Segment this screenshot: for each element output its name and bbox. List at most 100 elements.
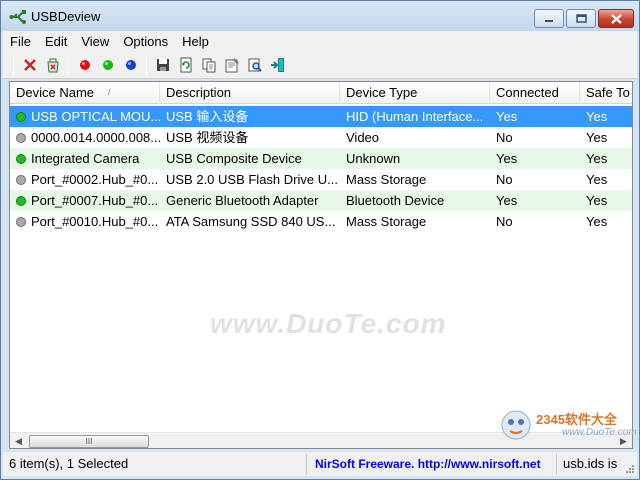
green-dot-icon xyxy=(102,59,113,70)
properties-icon xyxy=(225,57,239,72)
maximize-icon xyxy=(575,14,587,23)
column-header-label: Connected xyxy=(496,85,559,100)
connected-cell: Yes xyxy=(496,151,518,166)
maximize-button[interactable] xyxy=(566,9,596,28)
connected-cell: No xyxy=(496,130,513,145)
reconnect-button[interactable] xyxy=(119,54,142,76)
description-cell: USB 输入设备 xyxy=(166,109,249,124)
menu-options[interactable]: Options xyxy=(116,34,175,49)
table-row[interactable]: 0000.0014.0000.008... USB 视频设备 Video No Yes xyxy=(10,127,632,148)
column-header-label: Description xyxy=(166,85,232,100)
toolbar-separator xyxy=(146,54,147,75)
uninstall-button[interactable] xyxy=(41,54,64,76)
disconnected-status-icon xyxy=(16,216,26,227)
device-name-cell: USB OPTICAL MOU... xyxy=(10,106,160,127)
minimize-icon xyxy=(545,19,553,22)
table-row[interactable]: USB OPTICAL MOU... USB 输入设备 HID (Human Int… xyxy=(10,106,632,127)
window-title: USBDeview xyxy=(31,9,101,24)
refresh-button[interactable] xyxy=(174,54,197,76)
safe-to-unplug-cell: Yes xyxy=(586,172,608,187)
save-button[interactable] xyxy=(151,54,174,76)
toolbar xyxy=(3,51,637,79)
menu-edit[interactable]: Edit xyxy=(38,34,74,49)
toolbar-separator xyxy=(13,54,14,75)
description-cell: ATA Samsung SSD 840 US... xyxy=(166,214,336,229)
device-type-cell: Unknown xyxy=(346,151,401,166)
device-type-cell: Mass Storage xyxy=(346,214,427,229)
device-name-cell: Port_#0007.Hub_#0... xyxy=(10,190,160,211)
device-name: 0000.0014.0000.008... xyxy=(31,130,160,145)
menu-help[interactable]: Help xyxy=(175,34,216,49)
disconnected-status-icon xyxy=(16,132,26,143)
column-header-connected[interactable]: Connected xyxy=(490,82,580,104)
copy-button[interactable] xyxy=(197,54,220,76)
red-dot-icon xyxy=(79,59,90,70)
device-type-cell: Mass Storage xyxy=(346,172,427,187)
description-cell: USB Composite Device xyxy=(166,151,302,166)
table-row[interactable]: Integrated Camera USB Composite Device Unk… xyxy=(10,148,632,169)
toolbar-separator xyxy=(68,54,69,75)
table-row[interactable]: Port_#0002.Hub_#0... USB 2.0 USB Flash Dr… xyxy=(10,169,632,190)
description-cell: USB 视频设备 xyxy=(166,130,249,145)
device-name-cell: 0000.0014.0000.008... xyxy=(10,127,160,148)
enable-button[interactable] xyxy=(96,54,119,76)
connected-status-icon xyxy=(16,195,26,206)
status-item-count: 6 item(s), 1 Selected xyxy=(3,454,307,474)
menu-file[interactable]: File xyxy=(3,34,38,49)
connected-cell: Yes xyxy=(496,109,518,124)
column-header-safe-to-unplug[interactable]: Safe To xyxy=(580,82,632,104)
exit-icon xyxy=(270,57,284,72)
safe-to-unplug-cell: Yes xyxy=(586,193,608,208)
watermark-logo: 2345软件大全 www.DuoTe.com xyxy=(496,405,637,449)
status-bar: 6 item(s), 1 Selected NirSoft Freeware. … xyxy=(3,452,637,476)
close-button[interactable] xyxy=(598,9,634,28)
disconnect-button[interactable] xyxy=(73,54,96,76)
usb-app-icon xyxy=(9,10,26,24)
device-name: Port_#0002.Hub_#0... xyxy=(31,172,159,187)
list-header: Device Name / Description Device Type Co… xyxy=(10,82,632,104)
scrollbar-thumb[interactable]: III xyxy=(29,435,149,448)
device-type-cell: Video xyxy=(346,130,380,145)
scroll-left-arrow-icon[interactable]: ◀ xyxy=(10,433,27,448)
description-cell: USB 2.0 USB Flash Drive U... xyxy=(166,172,338,187)
menu-view[interactable]: View xyxy=(74,34,116,49)
watermark-logo-url: www.DuoTe.com xyxy=(562,427,637,438)
resize-grip-icon[interactable] xyxy=(625,464,635,474)
column-header-device-name[interactable]: Device Name / xyxy=(10,82,160,104)
device-list[interactable]: Device Name / Description Device Type Co… xyxy=(9,81,633,449)
connected-cell: No xyxy=(496,214,513,229)
safe-to-unplug-cell: Yes xyxy=(586,151,608,166)
column-header-device-type[interactable]: Device Type xyxy=(340,82,490,104)
save-icon xyxy=(156,58,169,71)
properties-button[interactable] xyxy=(220,54,243,76)
device-name: Integrated Camera xyxy=(31,151,140,166)
find-icon xyxy=(248,58,262,72)
device-name-cell: Integrated Camera xyxy=(10,148,160,169)
device-name-cell: Port_#0010.Hub_#0... xyxy=(10,211,160,232)
delete-button[interactable] xyxy=(18,54,41,76)
delete-x-icon xyxy=(23,58,36,71)
column-header-label: Device Name xyxy=(16,85,95,100)
table-row[interactable]: Port_#0010.Hub_#0... ATA Samsung SSD 840 … xyxy=(10,211,632,232)
disconnected-status-icon xyxy=(16,174,26,185)
table-row[interactable]: Port_#0007.Hub_#0... Generic Bluetooth Ad… xyxy=(10,190,632,211)
column-header-description[interactable]: Description xyxy=(160,82,340,104)
device-type-cell: Bluetooth Device xyxy=(346,193,445,208)
refresh-icon xyxy=(180,57,191,72)
nirsoft-link[interactable]: NirSoft Freeware. http://www.nirsoft.net xyxy=(307,454,557,474)
watermark-logo-text: 2345软件大全 xyxy=(536,412,617,427)
find-button[interactable] xyxy=(243,54,266,76)
title-bar[interactable]: USBDeview xyxy=(1,1,639,31)
device-name: Port_#0007.Hub_#0... xyxy=(31,193,159,208)
exit-button[interactable] xyxy=(266,54,289,76)
minimize-button[interactable] xyxy=(534,9,564,28)
device-name: Port_#0010.Hub_#0... xyxy=(31,214,159,229)
device-type-cell: HID (Human Interface... xyxy=(346,109,484,124)
column-header-label: Device Type xyxy=(346,85,418,100)
app-window: USBDeview File Edit View Options Help De… xyxy=(0,0,640,480)
safe-to-unplug-cell: Yes xyxy=(586,214,608,229)
description-cell: Generic Bluetooth Adapter xyxy=(166,193,319,208)
connected-cell: No xyxy=(496,172,513,187)
safe-to-unplug-cell: Yes xyxy=(586,130,608,145)
device-name: USB OPTICAL MOU... xyxy=(31,106,160,127)
